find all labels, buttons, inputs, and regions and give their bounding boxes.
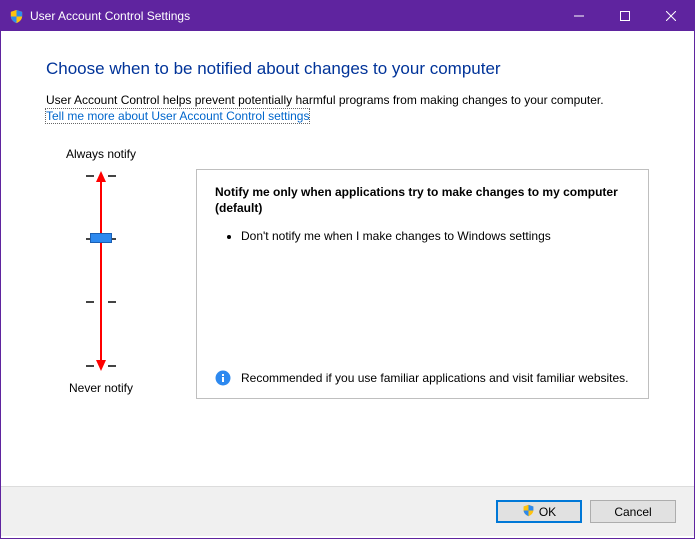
- ok-button[interactable]: OK: [496, 500, 582, 523]
- cancel-button-label: Cancel: [614, 505, 651, 519]
- cancel-button[interactable]: Cancel: [590, 500, 676, 523]
- uac-slider[interactable]: [81, 171, 121, 371]
- page-heading: Choose when to be notified about changes…: [46, 59, 649, 79]
- maximize-button[interactable]: [602, 1, 648, 31]
- titlebar: User Account Control Settings: [1, 1, 694, 31]
- ok-button-label: OK: [539, 505, 556, 519]
- recommendation-text: Recommended if you use familiar applicat…: [241, 370, 629, 386]
- slider-bottom-label: Never notify: [69, 381, 133, 395]
- window-controls: [556, 1, 694, 31]
- slider-column: Always notify Never notify: [46, 147, 156, 399]
- panel-title: Notify me only when applications try to …: [215, 184, 630, 216]
- close-button[interactable]: [648, 1, 694, 31]
- notification-panel: Notify me only when applications try to …: [196, 169, 649, 399]
- uac-shield-icon: [9, 9, 24, 24]
- info-icon: [215, 370, 231, 386]
- uac-shield-icon: [522, 504, 535, 520]
- panel-bullet: Don't notify me when I make changes to W…: [241, 228, 630, 244]
- slider-thumb[interactable]: [90, 233, 112, 243]
- slider-top-label: Always notify: [66, 147, 136, 161]
- learn-more-link[interactable]: Tell me more about User Account Control …: [46, 109, 309, 123]
- window-title: User Account Control Settings: [30, 9, 556, 23]
- arrow-up-icon: [96, 171, 106, 182]
- minimize-button[interactable]: [556, 1, 602, 31]
- footer-bar: OK Cancel: [1, 486, 694, 536]
- arrow-down-icon: [96, 360, 106, 371]
- content-area: Choose when to be notified about changes…: [1, 31, 694, 486]
- page-description: User Account Control helps prevent poten…: [46, 93, 649, 107]
